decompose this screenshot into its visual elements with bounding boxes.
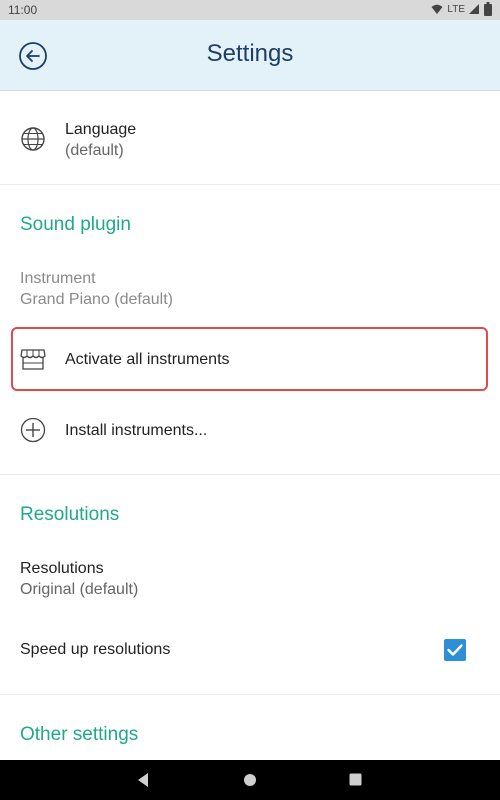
resolutions-label: Resolutions [20, 560, 104, 577]
status-icons: LTE [431, 2, 492, 16]
speed-up-resolutions-label: Speed up resolutions [20, 641, 171, 658]
section-header-resolutions: Resolutions [20, 504, 120, 525]
section-header-other-settings: Other settings [20, 724, 139, 745]
app-bar: Settings [0, 20, 500, 91]
wifi-icon [431, 4, 443, 14]
activate-instruments-label: Activate all instruments [65, 351, 230, 368]
nav-home-icon[interactable] [243, 773, 257, 787]
checkmark-icon [447, 644, 463, 656]
divider [0, 184, 500, 185]
page-title: Settings [206, 40, 294, 67]
install-instruments-row[interactable]: Install instruments... [0, 400, 500, 460]
activate-instruments-row[interactable]: Activate all instruments [0, 329, 500, 389]
nav-recents-icon[interactable] [349, 773, 362, 786]
instrument-label: Instrument [20, 270, 96, 287]
signal-icon [469, 4, 479, 14]
battery-icon [484, 2, 492, 16]
globe-icon [21, 127, 45, 151]
network-type: LTE [447, 3, 465, 15]
nav-back-icon[interactable] [136, 772, 150, 788]
section-header-sound-plugin: Sound plugin [20, 214, 131, 235]
language-label: Language [65, 121, 137, 138]
install-instruments-label: Install instruments... [65, 422, 208, 439]
divider [0, 474, 500, 475]
instrument-row: Instrument Grand Piano (default) [0, 268, 500, 318]
divider [0, 694, 500, 695]
status-time: 11:00 [8, 3, 38, 17]
instrument-value: Grand Piano (default) [20, 291, 173, 308]
speed-up-checkbox[interactable] [444, 639, 466, 661]
resolutions-value: Original (default) [20, 581, 139, 598]
language-row[interactable]: Language (default) [0, 110, 500, 180]
status-bar: 11:00 LTE [0, 0, 500, 20]
navigation-bar [0, 760, 500, 800]
add-circle-icon [20, 417, 46, 443]
speed-up-resolutions-row[interactable]: Speed up resolutions [0, 625, 500, 675]
store-icon [20, 349, 46, 370]
resolutions-row[interactable]: Resolutions Original (default) [0, 558, 500, 608]
language-value: (default) [65, 142, 124, 159]
